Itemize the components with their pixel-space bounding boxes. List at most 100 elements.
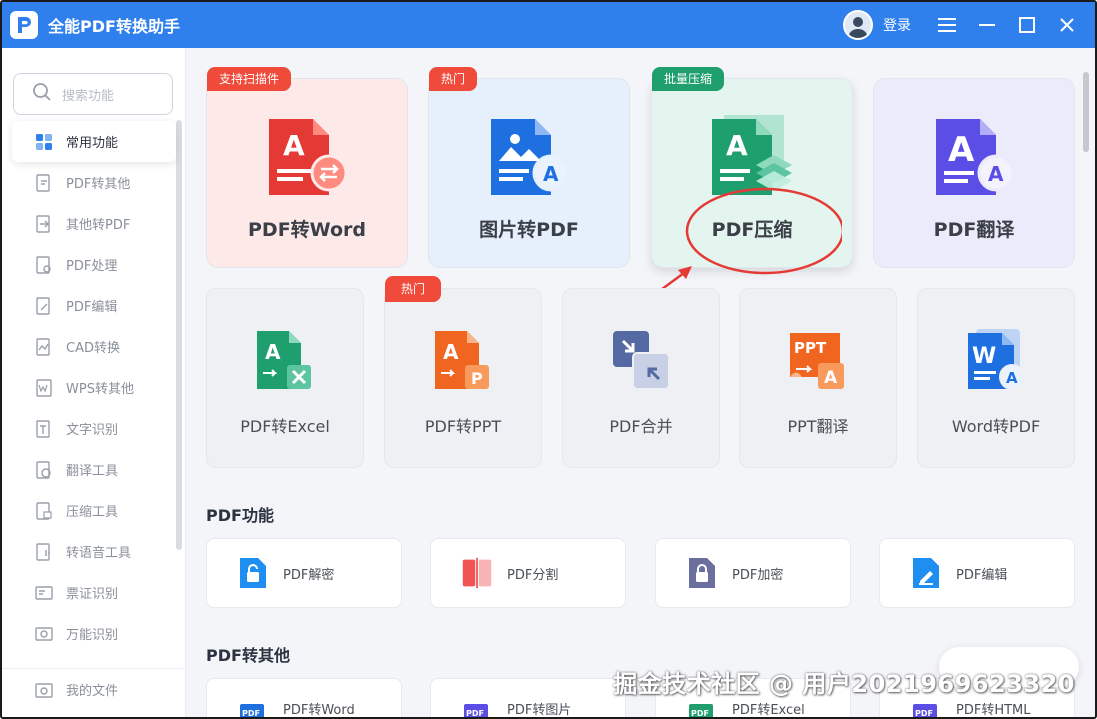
svg-text:A: A xyxy=(543,162,559,186)
tool-title: PDF转Excel xyxy=(240,417,330,436)
sidebar-item-compress[interactable]: 压缩工具 xyxy=(2,490,186,531)
scan-icon xyxy=(34,624,54,644)
tool-badge: 热门 xyxy=(385,276,442,302)
tool-title: PDF合并 xyxy=(609,417,673,436)
minimize-icon[interactable] xyxy=(969,7,1005,43)
main-scrollbar[interactable] xyxy=(1083,72,1089,152)
svg-text:PDF: PDF xyxy=(915,709,933,718)
pdf-to-excel-icon: A xyxy=(253,329,317,393)
tool-pdf-merge[interactable]: PDF合并 xyxy=(562,288,720,468)
sidebar-item-translate[interactable]: 翻译工具 xyxy=(2,449,186,490)
word-file-icon: PDF xyxy=(237,699,269,717)
search-box[interactable]: 搜索功能 xyxy=(13,73,173,115)
sidebar-item-label: 我的文件 xyxy=(66,684,119,699)
translate-icon xyxy=(34,460,54,480)
sidebar-bottom: 我的文件 xyxy=(2,668,186,710)
menu-icon[interactable] xyxy=(929,7,965,43)
card-pdf-to-word[interactable]: 支持扫描件 A PDF转Word xyxy=(206,67,408,268)
svg-text:W: W xyxy=(972,344,996,369)
edit-icon xyxy=(910,555,942,591)
tool-pdf-to-ppt[interactable]: 热门 AP PDF转PPT xyxy=(384,276,542,468)
pdf-to-word-icon: A xyxy=(263,115,355,199)
app-window: 全能PDF转换助手 登录 搜索功能 常用功能 PDF转其他 其他转PDF PDF… xyxy=(0,0,1097,719)
sidebar-item-label: 常用功能 xyxy=(66,136,119,151)
fn-label: PDF转图片 xyxy=(507,703,572,718)
sidebar-item-label: 翻译工具 xyxy=(66,464,119,479)
svg-text:A: A xyxy=(283,129,305,162)
card-pdf-translate[interactable]: AA PDF翻译 xyxy=(873,78,1075,268)
tool-pdf-to-excel[interactable]: A PDF转Excel xyxy=(206,288,364,468)
sidebar-item-my-files[interactable]: 我的文件 xyxy=(2,669,186,710)
card-image-to-pdf[interactable]: 热门 A 图片转PDF xyxy=(428,67,630,268)
app-title: 全能PDF转换助手 xyxy=(48,17,180,36)
pdf-import-icon xyxy=(34,214,54,234)
tool-word-to-pdf[interactable]: WA Word转PDF xyxy=(917,288,1075,468)
fn-label: PDF编辑 xyxy=(956,567,1008,583)
sidebar-nav: 常用功能 PDF转其他 其他转PDF PDF处理 PDF编辑 CAD转换 WPS… xyxy=(2,121,186,654)
tool-title: PDF转PPT xyxy=(424,417,502,436)
sidebar-item-ocr[interactable]: 文字识别 xyxy=(2,408,186,449)
sidebar: 搜索功能 常用功能 PDF转其他 其他转PDF PDF处理 PDF编辑 CAD转… xyxy=(2,48,186,717)
watermark: 掘金技术社区 @ 用户2021969623320 xyxy=(613,670,1075,698)
close-icon[interactable] xyxy=(1049,7,1085,43)
svg-text:P: P xyxy=(471,369,483,388)
svg-text:A: A xyxy=(1006,369,1018,387)
sidebar-item-label: PDF编辑 xyxy=(66,300,118,315)
sidebar-item-cad[interactable]: CAD转换 xyxy=(2,326,186,367)
fn-label: PDF转Word xyxy=(283,703,355,718)
sidebar-item-label: PDF处理 xyxy=(66,259,118,274)
sidebar-item-other-to-pdf[interactable]: 其他转PDF xyxy=(2,203,186,244)
sidebar-item-pdf-edit[interactable]: PDF编辑 xyxy=(2,285,186,326)
tool-ppt-translate[interactable]: PPT A PPT翻译 xyxy=(739,288,897,468)
ticket-icon xyxy=(34,583,54,603)
svg-text:A: A xyxy=(824,368,838,388)
pdf-edit-icon xyxy=(34,296,54,316)
section-title-pdf-to-other: PDF转其他 xyxy=(206,646,290,665)
grid-icon xyxy=(34,132,54,152)
search-icon xyxy=(32,82,52,106)
sidebar-item-label: CAD转换 xyxy=(66,341,120,356)
sidebar-item-pdf-process[interactable]: PDF处理 xyxy=(2,244,186,285)
pdf-to-ppt-icon: AP xyxy=(431,329,495,393)
sidebar-item-wps[interactable]: WPS转其他 xyxy=(2,367,186,408)
lock-icon xyxy=(686,555,718,591)
fn-pdf-to-word[interactable]: PDF PDF转Word xyxy=(206,678,402,718)
search-input[interactable]: 搜索功能 xyxy=(62,85,114,104)
pdf-process-icon xyxy=(34,255,54,275)
section-title-pdf-functions: PDF功能 xyxy=(206,506,274,525)
fn-pdf-decrypt[interactable]: PDF解密 xyxy=(206,538,402,608)
fn-pdf-split[interactable]: PDF分割 xyxy=(430,538,626,608)
fn-label: PDF加密 xyxy=(732,567,784,583)
fn-pdf-encrypt[interactable]: PDF加密 xyxy=(655,538,851,608)
main-content: 支持扫描件 A PDF转Word 热门 A 图片转PDF 批量压缩 A PDF压… xyxy=(186,48,1095,717)
sidebar-item-voice[interactable]: 转语音工具 xyxy=(2,531,186,572)
ocr-icon xyxy=(34,419,54,439)
compress-icon xyxy=(34,501,54,521)
excel-file-icon: PDF xyxy=(686,699,718,717)
card-badge: 支持扫描件 xyxy=(207,67,292,91)
avatar[interactable] xyxy=(843,10,873,40)
card-badge: 热门 xyxy=(429,67,478,91)
fn-pdf-edit[interactable]: PDF编辑 xyxy=(879,538,1075,608)
fn-pdf-to-image[interactable]: PDF PDF转图片 xyxy=(430,678,626,718)
sidebar-item-label: 万能识别 xyxy=(66,628,119,643)
annotation-ellipse xyxy=(685,187,842,275)
svg-text:A: A xyxy=(726,129,748,162)
svg-text:A: A xyxy=(443,340,459,364)
sidebar-item-label: PDF转其他 xyxy=(66,177,131,192)
svg-text:A: A xyxy=(265,340,281,364)
tool-title: PPT翻译 xyxy=(787,417,849,436)
sidebar-item-pdf-to-other[interactable]: PDF转其他 xyxy=(2,162,186,203)
sidebar-item-ticket[interactable]: 票证识别 xyxy=(2,572,186,613)
maximize-icon[interactable] xyxy=(1009,7,1045,43)
image-to-pdf-icon: A xyxy=(485,115,577,199)
login-link[interactable]: 登录 xyxy=(883,15,911,35)
voice-icon xyxy=(34,542,54,562)
html-file-icon: PDF xyxy=(910,699,942,718)
pdf-translate-icon: AA xyxy=(930,115,1022,199)
sidebar-item-scan[interactable]: 万能识别 xyxy=(2,613,186,654)
cad-icon xyxy=(34,337,54,357)
split-icon xyxy=(461,555,493,591)
sidebar-item-label: 票证识别 xyxy=(66,587,119,602)
sidebar-item-common[interactable]: 常用功能 xyxy=(12,121,176,162)
